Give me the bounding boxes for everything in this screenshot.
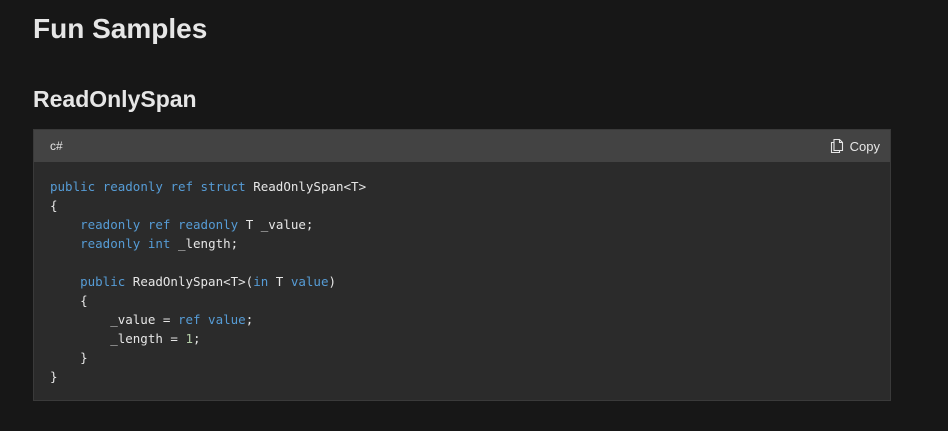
- section-title: ReadOnlySpan: [33, 86, 197, 112]
- code-keyword: public: [80, 274, 126, 289]
- code-body: public readonly ref struct ReadOnlySpan<…: [50, 177, 366, 386]
- code-keyword: value: [208, 312, 246, 327]
- code-number: 1: [185, 331, 193, 346]
- code-text: }: [50, 350, 88, 365]
- copy-icon: [830, 138, 844, 154]
- code-text: {: [50, 293, 88, 308]
- code-text: ReadOnlySpan<T>(: [125, 274, 254, 289]
- code-line: _value = ref value;: [50, 310, 366, 329]
- page-title: Fun Samples: [33, 13, 208, 44]
- code-block: c# Copy public readonly ref struct ReadO…: [33, 129, 891, 401]
- code-line: public readonly ref struct ReadOnlySpan<…: [50, 177, 366, 196]
- code-line: public ReadOnlySpan<T>(in T value): [50, 272, 366, 291]
- code-text: T: [268, 274, 291, 289]
- code-text: }: [50, 369, 58, 384]
- code-line: {: [50, 291, 366, 310]
- code-line: readonly int _length;: [50, 234, 366, 253]
- code-text: T _value;: [238, 217, 314, 232]
- code-line: readonly ref readonly T _value;: [50, 215, 366, 234]
- code-line: _length = 1;: [50, 329, 366, 348]
- code-text: _length;: [170, 236, 239, 251]
- code-keyword: ref: [177, 312, 201, 327]
- code-text: {: [50, 198, 58, 213]
- code-line: }: [50, 367, 366, 386]
- code-keyword: readonly: [102, 179, 163, 194]
- code-keyword: struct: [200, 179, 246, 194]
- copy-label: Copy: [849, 138, 880, 154]
- code-keyword: ref: [147, 217, 171, 232]
- code-line: }: [50, 348, 366, 367]
- copy-button[interactable]: Copy: [830, 137, 880, 155]
- code-keyword: int: [147, 236, 171, 251]
- code-text: ;: [193, 331, 201, 346]
- code-keyword: in: [253, 274, 269, 289]
- code-keyword: public: [50, 179, 96, 194]
- code-language-label: c#: [50, 139, 63, 153]
- code-text: _value =: [50, 312, 178, 327]
- code-keyword: readonly: [177, 217, 239, 232]
- code-keyword: readonly: [80, 217, 141, 232]
- code-text: _length =: [50, 331, 186, 346]
- code-text: ReadOnlySpan<T>: [245, 179, 367, 194]
- code-keyword: readonly: [80, 236, 141, 251]
- code-text: ): [328, 274, 337, 289]
- code-keyword: value: [290, 274, 329, 289]
- code-keyword: ref: [170, 179, 194, 194]
- code-block-header: c# Copy: [34, 130, 890, 162]
- code-text: ;: [245, 312, 254, 327]
- code-line: {: [50, 196, 366, 215]
